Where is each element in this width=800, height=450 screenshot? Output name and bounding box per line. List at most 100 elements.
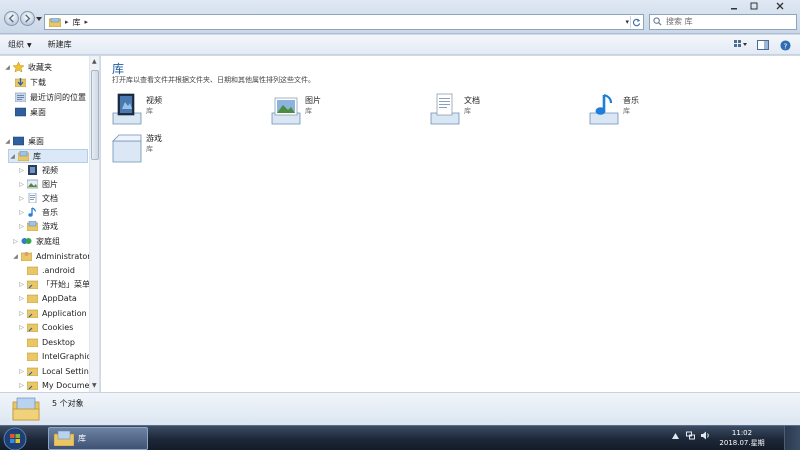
desktop-icon [13,136,24,146]
tree-pictures[interactable]: ▷ 图片 [18,177,58,191]
address-history-dropdown-icon[interactable]: ▾ [625,18,629,26]
user-folder-icon [21,252,32,261]
library-music[interactable]: 音乐 库 [588,93,738,127]
address-bar[interactable]: ▸ 库 ▸ ▾ [44,14,644,30]
collapse-arrow-icon[interactable]: ◢ [12,253,19,260]
new-library-button[interactable]: 新建库 [40,39,80,50]
expand-arrow-icon[interactable]: ▷ [18,281,25,288]
desktop-label: 桌面 [28,136,44,146]
expand-arrow-icon[interactable]: ▷ [18,310,25,317]
minimize-button[interactable] [724,0,744,12]
refresh-button[interactable] [630,16,642,28]
shortcut-folder-icon [27,309,38,318]
expand-arrow-icon[interactable]: ▷ [18,295,25,302]
volume-icon[interactable] [701,431,710,440]
tree-downloads[interactable]: 下载 [13,75,46,89]
tree-intelgraphics[interactable]: IntelGraphicsl [18,349,97,363]
scroll-up-icon[interactable]: ▲ [92,58,97,65]
tree-android[interactable]: .android [18,263,75,277]
tree-music[interactable]: ▷ 音乐 [18,205,58,219]
tree-desktop[interactable]: ◢ 桌面 [4,134,44,148]
music-library-icon [589,93,619,125]
documents-label: 文档 [42,193,58,203]
network-icon[interactable] [686,431,695,440]
shortcut-folder-icon [27,381,38,390]
library-type: 库 [623,107,630,115]
close-button[interactable] [764,0,796,12]
tree-user-desktop[interactable]: Desktop [18,335,75,349]
expand-arrow-icon[interactable]: ▷ [12,238,19,245]
recent-places-icon [15,92,26,102]
favorites-desktop-label: 桌面 [30,107,46,117]
search-input[interactable]: 搜索 库 [649,14,797,30]
preview-pane-button[interactable] [756,39,770,51]
details-pane: 5 个对象 [0,392,800,425]
games-icon [27,221,38,231]
view-options-icon [734,40,747,47]
music-icon [28,207,37,217]
games-label: 游戏 [42,221,58,231]
breadcrumb-libraries[interactable]: 库 [73,17,81,28]
expand-arrow-icon[interactable]: ▷ [18,324,25,331]
documents-library-icon [430,93,460,125]
expand-arrow-icon[interactable]: ▷ [18,181,25,188]
system-clock[interactable]: 11:02 2018.07.星期二 [718,428,766,450]
expand-arrow-icon[interactable]: ▷ [18,368,25,375]
tree-videos[interactable]: ▷ 视频 [18,163,58,177]
tree-libraries[interactable]: ◢ 库 [8,149,88,163]
tray-expand-icon[interactable] [671,431,680,440]
tree-local-settings[interactable]: ▷ Local Settings [18,364,98,378]
forward-button[interactable] [20,11,35,26]
videos-icon [28,165,37,175]
breadcrumb-separator-icon[interactable]: ▸ [65,18,69,26]
application-data-label: Application D [42,308,96,318]
maximize-button[interactable] [744,0,764,12]
tree-favorites[interactable]: ◢ 收藏夹 [4,60,52,74]
expand-arrow-icon[interactable]: ▷ [18,195,25,202]
library-type: 库 [305,107,312,115]
help-button[interactable]: ? [778,39,792,51]
library-videos[interactable]: 视频 库 [111,93,261,127]
collapse-arrow-icon[interactable]: ◢ [4,138,11,145]
tree-cookies[interactable]: ▷ Cookies [18,320,73,334]
tree-recent-places[interactable]: 最近访问的位置 [13,90,86,104]
tree-application-data[interactable]: ▷ Application D [18,306,95,320]
nav-scrollbar[interactable]: ▲ ▼ [89,56,99,392]
tree-administrator[interactable]: ◢ Administrator [12,249,91,263]
tree-documents[interactable]: ▷ 文档 [18,191,58,205]
show-desktop-button[interactable] [784,426,800,450]
libraries-folder-icon [54,431,74,446]
pictures-icon [27,179,38,189]
tree-my-documents[interactable]: ▷ My Document [18,378,98,392]
organize-button[interactable]: 组织 ▼ [0,39,40,50]
collapse-arrow-icon[interactable]: ◢ [9,153,16,160]
item-count: 5 个对象 [52,399,84,408]
tree-homegroup[interactable]: ▷ 家庭组 [12,234,60,248]
tree-start-menu[interactable]: ▷ 「开始」菜单 [18,277,90,291]
scrollbar-thumb[interactable] [91,70,99,160]
downloads-folder-icon [15,78,26,87]
clock-date: 2018.07.星期二 [719,439,765,450]
library-documents[interactable]: 文档 库 [429,93,579,127]
tree-favorites-desktop[interactable]: 桌面 [13,105,46,119]
back-button[interactable] [4,11,19,26]
collapse-arrow-icon[interactable]: ◢ [4,64,11,71]
library-games[interactable]: 游戏 库 [111,131,261,165]
library-pictures[interactable]: 图片 库 [270,93,420,127]
library-name: 音乐 [623,96,639,105]
shortcut-folder-icon [27,323,38,332]
scroll-down-icon[interactable]: ▼ [92,382,97,389]
tree-games[interactable]: ▷ 游戏 [18,219,58,233]
expand-arrow-icon[interactable]: ▷ [18,209,25,216]
recent-pages-dropdown-icon[interactable] [36,16,42,22]
start-button-icon[interactable] [2,426,28,450]
breadcrumb-separator-icon[interactable]: ▸ [85,18,89,26]
expand-arrow-icon[interactable]: ▷ [18,223,25,230]
video-library-icon [112,93,142,125]
expand-arrow-icon[interactable]: ▷ [18,382,25,389]
expand-arrow-icon[interactable]: ▷ [18,167,25,174]
change-view-button[interactable] [734,39,748,51]
tree-appdata[interactable]: ▷ AppData [18,291,77,305]
taskbar-explorer-button[interactable]: 库 [48,427,148,450]
system-tray [671,431,710,440]
